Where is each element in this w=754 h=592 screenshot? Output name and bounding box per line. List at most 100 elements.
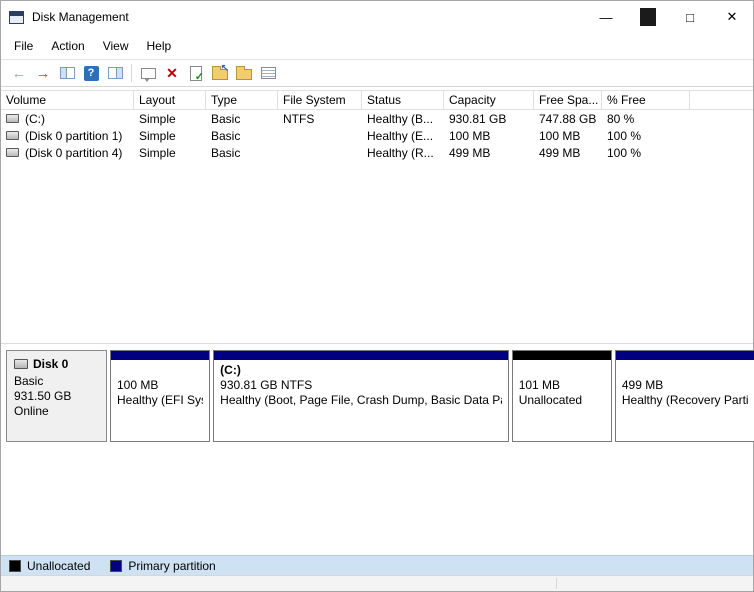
table-row[interactable]: (C:) Simple Basic NTFS Healthy (B... 930…	[1, 110, 753, 127]
forward-button[interactable]: →	[31, 61, 55, 85]
partition-color-strip	[512, 351, 611, 360]
column-header-layout[interactable]: Layout	[134, 91, 206, 109]
partition-size: 930.81 GB NTFS	[220, 378, 313, 392]
partition-status: Healthy (Boot, Page File, Crash Dump, Ba…	[220, 393, 502, 407]
help-button[interactable]: ?	[79, 61, 103, 85]
partition-label	[519, 363, 605, 378]
cell-status: Healthy (B...	[367, 111, 434, 126]
status-bar-separator	[556, 578, 557, 589]
column-header-type[interactable]: Type	[206, 91, 278, 109]
show-action-pane-button[interactable]	[103, 61, 127, 85]
action-pane-icon	[107, 67, 123, 79]
minimize-button[interactable]: —	[585, 1, 627, 33]
menu-action[interactable]: Action	[42, 35, 93, 57]
partition-size: 101 MB	[518, 378, 561, 392]
menu-view[interactable]: View	[94, 35, 138, 57]
close-button[interactable]: ✕	[711, 1, 753, 33]
partition-unallocated[interactable]: 101 MB Unallocated	[511, 350, 612, 442]
cell-free: 747.88 GB	[539, 111, 597, 126]
column-header-filler	[690, 91, 753, 109]
check-icon: ✓	[194, 70, 204, 83]
popup-window-button[interactable]	[136, 61, 160, 85]
properties-icon: ✓	[190, 65, 204, 83]
cell-type: Basic	[211, 128, 241, 143]
partition-label: (C:)	[220, 363, 241, 377]
title-bar: Disk Management — □ ✕	[1, 1, 753, 33]
legend-label: Unallocated	[27, 558, 91, 573]
disk-0-row: Disk 0 Basic 931.50 GB Online 100 MB Hea…	[6, 350, 754, 442]
volume-icon	[6, 114, 19, 123]
disk-type: Basic	[14, 374, 44, 388]
forward-icon: →	[35, 64, 51, 82]
cell-capacity: 100 MB	[449, 128, 491, 143]
folder-up-icon: ↖	[212, 64, 229, 80]
toolbar: ← → ? ✕ ✓ ↖	[1, 59, 753, 87]
column-header-volume[interactable]: Volume	[1, 91, 134, 109]
window-controls: — □ ✕	[585, 1, 753, 33]
partition-label	[622, 363, 748, 378]
primary-partition-swatch	[110, 559, 123, 572]
disk-icon	[14, 359, 28, 369]
list-columns-icon	[260, 67, 276, 79]
toolbar-separator	[131, 64, 132, 82]
delete-button[interactable]: ✕	[160, 61, 184, 85]
show-console-tree-button[interactable]	[55, 61, 79, 85]
column-header-pct-free[interactable]: % Free	[602, 91, 690, 109]
graphical-view: Disk 0 Basic 931.50 GB Online 100 MB Hea…	[1, 343, 754, 555]
volume-list: Volume Layout Type File System Status Ca…	[1, 87, 753, 343]
unallocated-swatch	[9, 559, 21, 572]
partition-status: Healthy (EFI Syst	[117, 393, 204, 407]
cell-type: Basic	[211, 111, 241, 126]
partition-status: Unallocated	[518, 393, 583, 407]
cell-volume: (C:)	[25, 111, 45, 126]
volume-icon	[6, 131, 19, 140]
properties-button[interactable]: ✓	[184, 61, 208, 85]
console-tree-icon	[59, 67, 75, 79]
partitions: 100 MB Healthy (EFI Syst (C:) 930.81 GB …	[110, 350, 754, 442]
disk-0-panel[interactable]: Disk 0 Basic 931.50 GB Online	[6, 350, 107, 442]
status-bar	[1, 575, 753, 591]
partition-color-strip	[214, 351, 508, 360]
cell-volume: (Disk 0 partition 4)	[25, 145, 123, 160]
cell-volume: (Disk 0 partition 1)	[25, 128, 123, 143]
delete-icon: ✕	[166, 64, 178, 81]
back-icon: ←	[11, 64, 27, 82]
volume-list-header: Volume Layout Type File System Status Ca…	[1, 90, 753, 110]
app-icon	[9, 10, 24, 24]
list-view-button[interactable]	[256, 61, 280, 85]
cell-status: Healthy (E...	[367, 128, 434, 143]
back-button[interactable]: ←	[7, 61, 31, 85]
table-row[interactable]: (Disk 0 partition 4) Simple Basic Health…	[1, 144, 753, 161]
cell-free: 499 MB	[539, 145, 581, 160]
cell-layout: Simple	[139, 111, 176, 126]
cell-pct-free: 100 %	[607, 128, 642, 143]
menu-help[interactable]: Help	[138, 35, 181, 57]
partition-label	[117, 363, 203, 378]
partition-status: Healthy (Recovery Parti	[621, 393, 749, 407]
partition-efi[interactable]: 100 MB Healthy (EFI Syst	[110, 350, 211, 442]
volume-icon	[6, 148, 19, 157]
cell-type: Basic	[211, 145, 241, 160]
help-icon: ?	[83, 65, 99, 81]
table-row[interactable]: (Disk 0 partition 1) Simple Basic Health…	[1, 127, 753, 144]
menu-file[interactable]: File	[5, 35, 42, 57]
cell-pct-free: 80 %	[607, 111, 635, 126]
partition-color-strip	[615, 351, 754, 360]
disk-size: 931.50 GB	[14, 389, 72, 403]
partition-c[interactable]: (C:) 930.81 GB NTFS Healthy (Boot, Page …	[213, 350, 509, 442]
partition-color-strip	[111, 351, 210, 360]
legend-primary-partition: Primary partition	[110, 559, 216, 573]
folder-button[interactable]	[232, 61, 256, 85]
window-title: Disk Management	[32, 10, 129, 24]
up-arrow-icon: ↖	[220, 63, 229, 74]
partition-recovery[interactable]: 499 MB Healthy (Recovery Parti	[614, 350, 754, 442]
column-header-free-space[interactable]: Free Spa...	[534, 91, 602, 109]
column-header-capacity[interactable]: Capacity	[444, 91, 534, 109]
folder-up-button[interactable]: ↖	[208, 61, 232, 85]
column-header-file-system[interactable]: File System	[278, 91, 362, 109]
column-header-status[interactable]: Status	[362, 91, 444, 109]
popup-window-icon	[140, 67, 156, 82]
maximize-button[interactable]: □	[669, 1, 711, 33]
partition-size: 499 MB	[621, 378, 664, 392]
cell-fs: NTFS	[283, 111, 315, 126]
